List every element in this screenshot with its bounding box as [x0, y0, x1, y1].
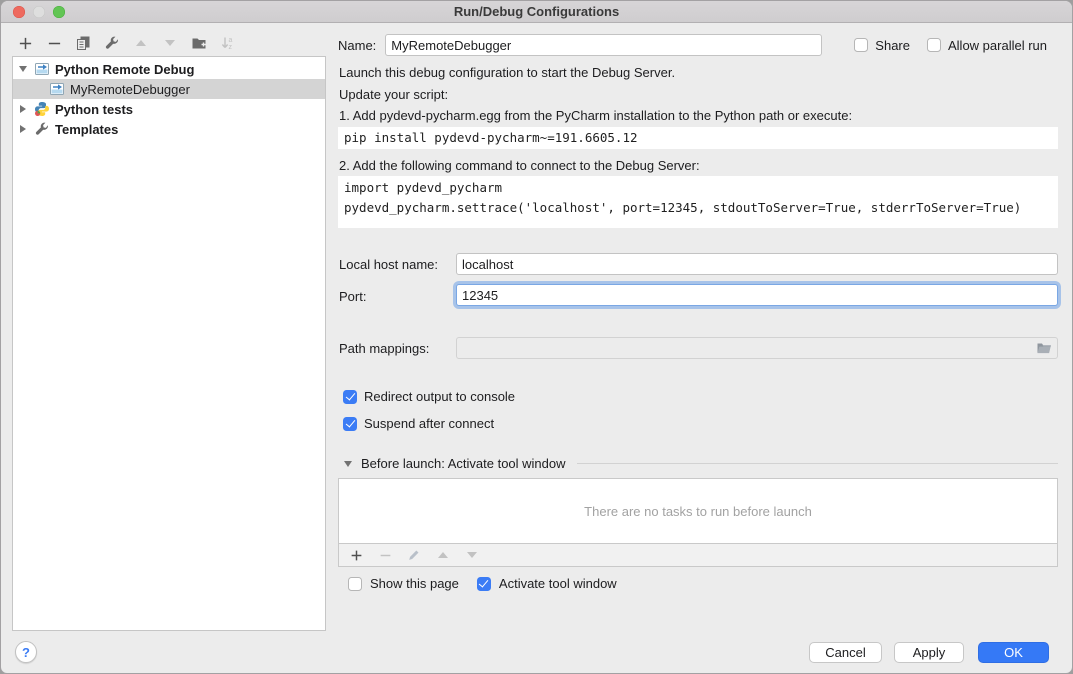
- traffic-lights: [13, 6, 65, 18]
- before-launch-header[interactable]: Before launch: Activate tool window: [342, 456, 1058, 471]
- remote-debug-icon: [49, 81, 65, 97]
- browse-folder-icon[interactable]: [1036, 340, 1052, 359]
- titlebar[interactable]: Run/Debug Configurations: [1, 1, 1072, 23]
- add-icon[interactable]: [348, 547, 364, 563]
- close-window-icon[interactable]: [13, 6, 25, 18]
- redirect-output-label: Redirect output to console: [364, 389, 515, 404]
- redirect-output-row: Redirect output to console: [343, 389, 515, 404]
- zoom-window-icon[interactable]: [53, 6, 65, 18]
- allow-parallel-checkbox-row: Allow parallel run: [927, 38, 1047, 53]
- description-line-2: Update your script:: [339, 87, 448, 103]
- svg-text:z: z: [229, 44, 233, 51]
- local-host-name-label: Local host name:: [339, 257, 438, 272]
- chevron-down-icon[interactable]: [17, 66, 29, 72]
- activate-tool-window-label: Activate tool window: [499, 576, 617, 591]
- window-title: Run/Debug Configurations: [1, 1, 1072, 22]
- apply-button[interactable]: Apply: [894, 642, 964, 663]
- show-this-page-checkbox[interactable]: [348, 577, 362, 591]
- pip-install-code-block[interactable]: pip install pydevd-pycharm~=191.6605.12: [338, 127, 1058, 149]
- page-options-row: Show this page Activate tool window: [348, 576, 617, 591]
- empty-tasks-text: There are no tasks to run before launch: [584, 504, 812, 519]
- move-down-icon: [162, 35, 178, 51]
- cancel-button[interactable]: Cancel: [809, 642, 882, 663]
- minimize-window-icon: [33, 6, 45, 18]
- tree-item-templates[interactable]: Templates: [13, 119, 325, 139]
- local-host-name-input[interactable]: [456, 253, 1058, 275]
- svg-text:a: a: [229, 37, 233, 44]
- name-row: Name: Share Allow parallel run: [338, 33, 1059, 57]
- separator: [577, 463, 1058, 464]
- tree-item-label: Python tests: [55, 102, 133, 117]
- remove-icon[interactable]: [46, 35, 62, 51]
- chevron-down-icon[interactable]: [342, 461, 354, 467]
- path-mappings-label: Path mappings:: [339, 341, 429, 356]
- name-input[interactable]: [385, 34, 822, 56]
- remote-debug-icon: [34, 61, 50, 77]
- description-line-1: Launch this debug configuration to start…: [339, 65, 675, 81]
- remove-icon: [377, 547, 393, 563]
- run-debug-configurations-dialog: Run/Debug Configurations az: [0, 0, 1073, 674]
- redirect-output-checkbox[interactable]: [343, 390, 357, 404]
- suspend-after-connect-row: Suspend after connect: [343, 416, 494, 431]
- allow-parallel-run-checkbox[interactable]: [927, 38, 941, 52]
- activate-tool-window-checkbox[interactable]: [477, 577, 491, 591]
- suspend-after-connect-checkbox[interactable]: [343, 417, 357, 431]
- settrace-code-block[interactable]: import pydevd_pycharm pydevd_pycharm.set…: [338, 176, 1058, 228]
- allow-parallel-run-label: Allow parallel run: [948, 38, 1047, 53]
- add-icon[interactable]: [17, 35, 33, 51]
- chevron-right-icon[interactable]: [17, 105, 29, 113]
- step-2-text: 2. Add the following command to connect …: [339, 158, 700, 174]
- path-mappings-field: [456, 337, 1058, 359]
- tree-item-python-remote-debug[interactable]: Python Remote Debug: [13, 59, 325, 79]
- edit-wrench-icon[interactable]: [104, 35, 120, 51]
- ok-button[interactable]: OK: [978, 642, 1049, 663]
- python-tests-icon: [34, 101, 50, 117]
- name-label: Name:: [338, 38, 376, 53]
- share-checkbox-row: Share: [854, 38, 910, 53]
- configurations-toolbar: az: [17, 31, 236, 55]
- chevron-right-icon[interactable]: [17, 125, 29, 133]
- configurations-tree: Python Remote Debug MyRemoteDebugger Pyt…: [12, 56, 326, 631]
- edit-pencil-icon: [406, 547, 422, 563]
- help-button[interactable]: ?: [15, 641, 37, 663]
- tree-item-label: Templates: [55, 122, 118, 137]
- sort-alphabetically-icon: az: [220, 35, 236, 51]
- suspend-after-connect-label: Suspend after connect: [364, 416, 494, 431]
- show-this-page-label: Show this page: [370, 576, 459, 591]
- port-label: Port:: [339, 289, 366, 304]
- before-launch-toolbar: [338, 544, 1058, 567]
- copy-icon[interactable]: [75, 35, 91, 51]
- code-line-import: import pydevd_pycharm: [344, 178, 1058, 198]
- share-checkbox[interactable]: [854, 38, 868, 52]
- tree-item-python-tests[interactable]: Python tests: [13, 99, 325, 119]
- before-launch-title: Before launch: Activate tool window: [361, 456, 566, 471]
- tree-item-label: Python Remote Debug: [55, 62, 194, 77]
- tree-item-myremotedebugger[interactable]: MyRemoteDebugger: [13, 79, 325, 99]
- move-up-icon: [133, 35, 149, 51]
- port-input[interactable]: [456, 284, 1058, 306]
- path-mappings-input[interactable]: [456, 337, 1058, 359]
- new-folder-icon[interactable]: [191, 35, 207, 51]
- before-launch-task-list[interactable]: There are no tasks to run before launch: [338, 478, 1058, 544]
- share-label: Share: [875, 38, 910, 53]
- move-up-icon: [435, 547, 451, 563]
- wrench-icon: [34, 121, 50, 137]
- tree-item-label: MyRemoteDebugger: [70, 82, 190, 97]
- step-1-text: 1. Add pydevd-pycharm.egg from the PyCha…: [339, 108, 852, 124]
- move-down-icon: [464, 547, 480, 563]
- code-line-settrace: pydevd_pycharm.settrace('localhost', por…: [344, 198, 1058, 218]
